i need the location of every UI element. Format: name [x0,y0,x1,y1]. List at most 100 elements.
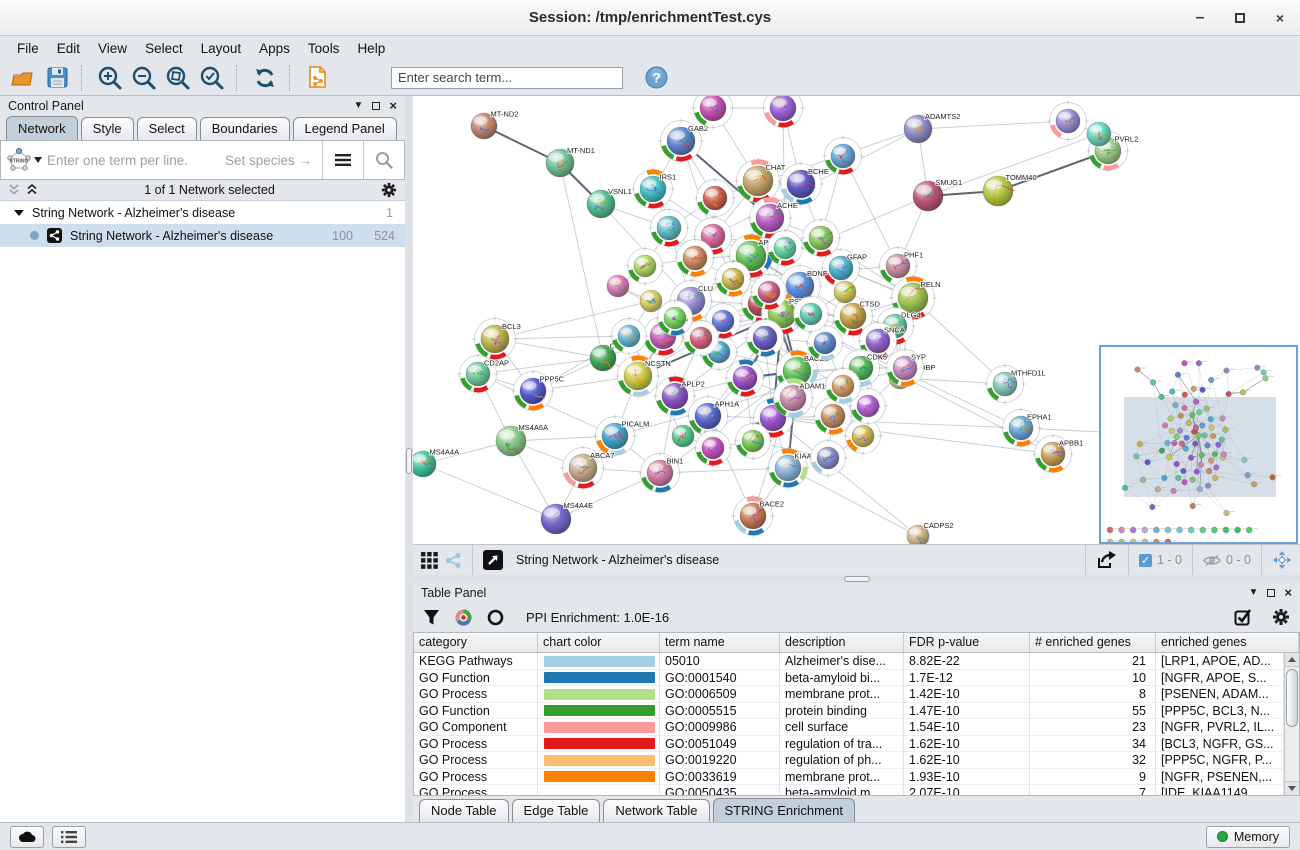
table-scrollbar[interactable] [1284,653,1299,795]
float-panel-icon[interactable] [372,102,380,110]
network-options-button[interactable] [381,182,397,198]
export-network-button[interactable] [1096,550,1118,570]
string-source-selector[interactable]: STRING [1,141,47,179]
close-panel-icon[interactable]: × [389,98,397,113]
tab-string-enrichment[interactable]: STRING Enrichment [713,798,855,822]
scroll-down-button[interactable] [1285,781,1299,795]
tab-network[interactable]: Network [6,116,78,140]
network-collection-row[interactable]: String Network - Alzheimer's disease 1 [0,201,405,224]
maximize-button[interactable] [1232,10,1248,26]
column-header-2[interactable]: term name [660,633,780,652]
category-cell: GO Process [414,785,538,795]
tab-legend-panel[interactable]: Legend Panel [293,117,397,140]
tab-node-table[interactable]: Node Table [419,799,509,822]
fdr-cell: 1.62E-10 [904,736,1030,752]
four-way-arrows-icon [1272,550,1292,570]
menu-item-view[interactable]: View [89,39,136,58]
ring-button[interactable] [487,609,504,626]
tab-network-table[interactable]: Network Table [603,799,709,822]
panel-menu-icon[interactable]: ▼ [1249,587,1259,598]
term-cell: GO:0001540 [660,670,780,686]
enrichment-row[interactable]: GO ComponentGO:0009986cell surface1.54E-… [414,719,1284,736]
zoom-fit-button[interactable] [163,64,193,92]
splitter-handle[interactable] [406,448,412,474]
zoom-out-button[interactable] [129,64,159,92]
column-header-0[interactable]: category [414,633,538,652]
menu-item-tools[interactable]: Tools [299,39,349,58]
enrichment-row[interactable]: GO ProcessGO:0006509membrane prot...1.42… [414,686,1284,703]
minimize-button[interactable]: – [1192,10,1208,26]
enrichment-row[interactable]: GO ProcessGO:0033619membrane prot...1.93… [414,769,1284,786]
expand-arrow-icon[interactable] [14,210,24,216]
tab-boundaries[interactable]: Boundaries [200,117,290,140]
svg-text:MT-ND2: MT-ND2 [491,110,519,119]
list-icon [61,831,77,843]
enrichment-row[interactable]: GO ProcessGO:0051049regulation of tra...… [414,736,1284,753]
svg-text:CLU: CLU [698,284,713,293]
cloud-tasks-button[interactable] [10,826,44,848]
count-cell: 7 [1030,785,1156,795]
help-button[interactable]: ? [641,64,671,92]
collapse-all-button[interactable] [8,184,20,196]
network-from-file-button[interactable] [303,64,333,92]
string-options-button[interactable] [323,141,363,179]
memory-button[interactable]: Memory [1206,826,1290,848]
enrichment-row[interactable]: GO ProcessGO:0050435beta-amyloid m...2.0… [414,785,1284,795]
chart-button[interactable] [454,608,473,627]
hidden-count-badge: 0 - 0 [1203,553,1251,567]
share-network-button[interactable] [445,552,462,569]
tab-select[interactable]: Select [137,117,197,140]
pan-navigation-button[interactable] [1272,550,1292,570]
tab-edge-table[interactable]: Edge Table [512,799,601,822]
zoom-in-button[interactable] [95,64,125,92]
enrichment-row[interactable]: GO ProcessGO:0019220regulation of ph...1… [414,752,1284,769]
description-cell: membrane prot... [780,686,904,702]
enrichment-row[interactable]: GO FunctionGO:0001540beta-amyloid bi...1… [414,670,1284,687]
scrollbar-thumb[interactable] [1286,669,1298,727]
column-header-5[interactable]: # enriched genes [1030,633,1156,652]
menu-item-help[interactable]: Help [348,39,394,58]
column-header-6[interactable]: enriched genes [1156,633,1299,652]
menu-item-apps[interactable]: Apps [250,39,299,58]
open-session-button[interactable] [8,64,38,92]
svg-text:BACE2: BACE2 [760,500,785,509]
horizontal-splitter[interactable] [413,575,1300,583]
vertical-splitter[interactable] [405,96,413,822]
category-cell: GO Function [414,670,538,686]
filter-funnel-icon [423,609,440,626]
filter-button[interactable] [423,609,440,626]
column-header-3[interactable]: description [780,633,904,652]
scroll-up-button[interactable] [1285,653,1299,667]
expand-all-button[interactable] [26,184,38,196]
menu-item-file[interactable]: File [8,39,48,58]
menu-item-edit[interactable]: Edit [48,39,89,58]
zoom-selected-button[interactable] [197,64,227,92]
enrichment-row[interactable]: KEGG Pathways05010Alzheimer's dise...8.8… [414,653,1284,670]
panel-menu-icon[interactable]: ▼ [354,100,364,111]
column-header-1[interactable]: chart color [538,633,660,652]
tab-style[interactable]: Style [81,117,134,140]
open-in-window-button[interactable] [483,550,503,570]
grid-view-button[interactable] [421,552,438,569]
menu-item-layout[interactable]: Layout [192,39,251,58]
string-search-button[interactable] [364,141,404,179]
term-cell: GO:0005515 [660,703,780,719]
menu-item-select[interactable]: Select [136,39,192,58]
search-input[interactable] [391,67,623,89]
birdseye-view[interactable] [1099,345,1298,544]
select-columns-button[interactable] [1234,608,1252,626]
close-panel-icon[interactable]: × [1284,585,1292,600]
refresh-network-button[interactable] [250,64,280,92]
enrichment-row[interactable]: GO FunctionGO:0005515protein binding1.47… [414,703,1284,720]
save-session-button[interactable] [42,64,72,92]
network-canvas[interactable]: MT-ND2MT-ND1VSNL1GAB2IRS1CHATBCHEACHEAPO… [413,96,1300,545]
close-button[interactable]: × [1272,10,1288,26]
genes-cell: [NGFR, PSENEN,... [1156,769,1284,785]
column-header-4[interactable]: FDR p-value [904,633,1030,652]
string-query-input[interactable] [47,141,225,179]
splitter-handle[interactable] [844,576,870,582]
float-panel-icon[interactable] [1267,589,1275,597]
task-history-button[interactable] [52,826,86,848]
network-row-selected[interactable]: String Network - Alzheimer's disease 100… [0,224,405,247]
table-settings-button[interactable] [1272,608,1290,626]
